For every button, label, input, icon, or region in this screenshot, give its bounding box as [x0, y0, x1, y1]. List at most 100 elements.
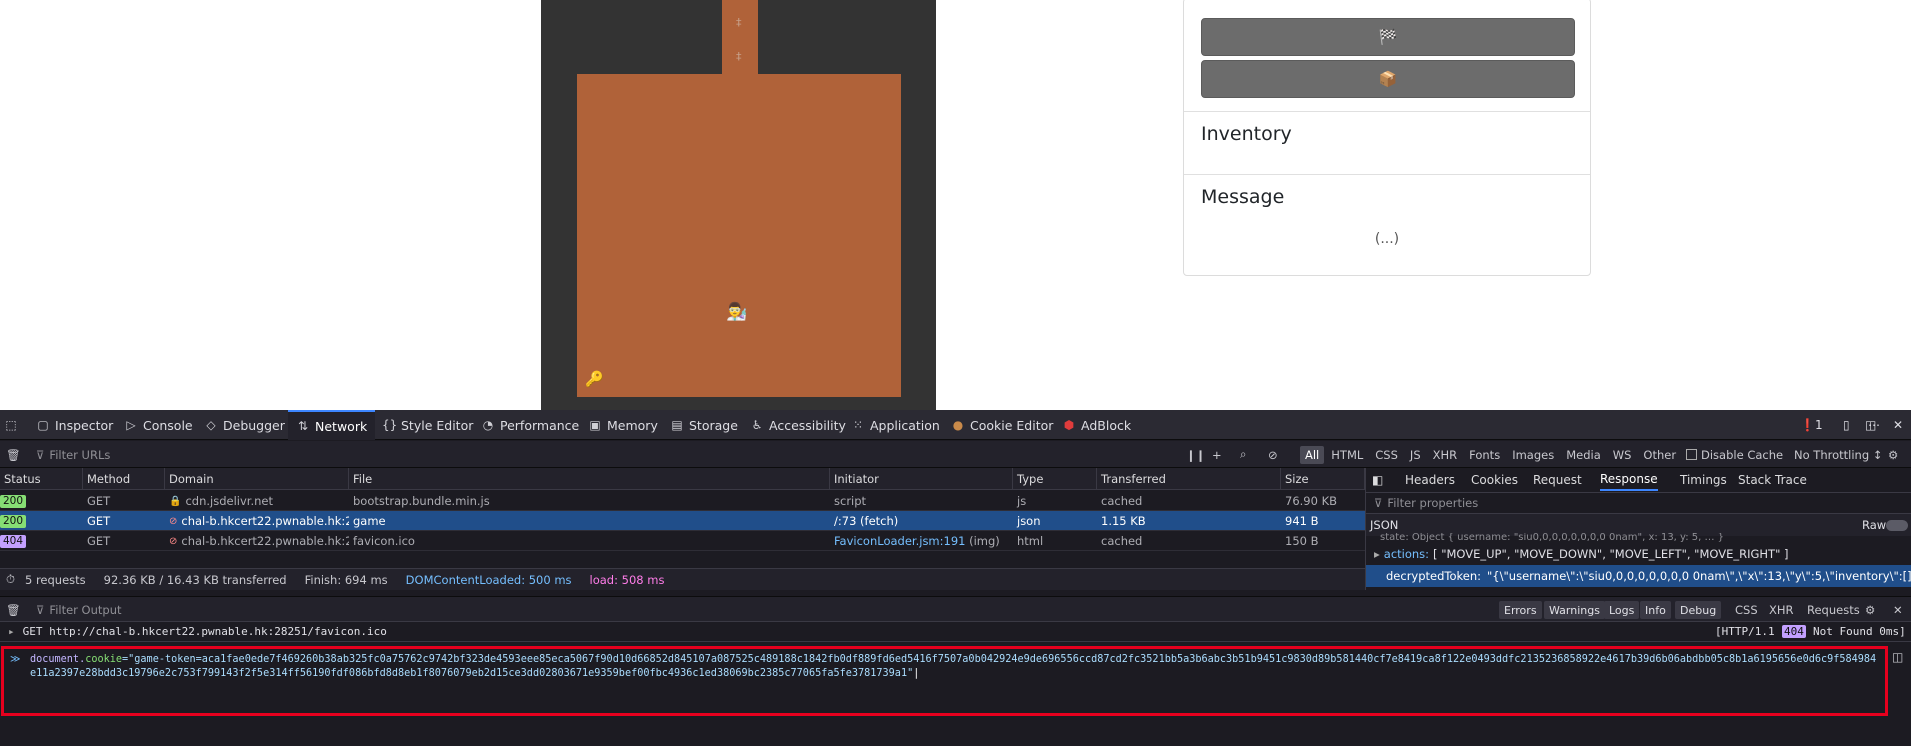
tab-application[interactable]: ⁙ Application — [851, 410, 940, 440]
filter-fonts[interactable]: Fonts — [1464, 446, 1505, 464]
filter-css[interactable]: CSS — [1370, 446, 1403, 464]
disable-cache-checkbox[interactable]: Disable Cache — [1686, 441, 1783, 468]
tab-label: AdBlock — [1081, 417, 1132, 433]
tab-accessibility[interactable]: ♿ Accessibility — [750, 410, 846, 440]
request-table: Status Method Domain File Initiator Type… — [0, 468, 1365, 574]
load-time: load: 508 ms — [589, 572, 665, 587]
level-debug[interactable]: Debug — [1675, 601, 1722, 619]
filter-other[interactable]: Other — [1638, 446, 1681, 464]
column-domain[interactable]: Domain — [165, 468, 349, 490]
level-logs[interactable]: Logs — [1604, 601, 1640, 619]
column-transferred[interactable]: Transferred — [1097, 468, 1281, 490]
block-button[interactable]: ⊘ — [1268, 441, 1278, 468]
tab-console[interactable]: ▷ Console — [124, 410, 192, 440]
raw-toggle-label: Raw — [1862, 518, 1887, 532]
cell-file: bootstrap.bundle.min.js — [353, 494, 490, 508]
cell-size: 941 B — [1285, 514, 1319, 528]
pause-button[interactable]: ❙❙ — [1186, 441, 1205, 468]
json-actions-line[interactable]: ▸ actions: [ "MOVE_UP", "MOVE_DOWN", "MO… — [1366, 543, 1911, 565]
request-count: 5 requests — [24, 572, 86, 587]
element-picker-button[interactable]: ⬚ — [4, 410, 18, 440]
column-type[interactable]: Type — [1013, 468, 1097, 490]
door-marker: ‡ — [736, 50, 742, 63]
console-settings-button[interactable]: ⚙ — [1865, 597, 1875, 623]
tab-stack-trace[interactable]: Stack Trace — [1738, 468, 1807, 491]
level-info[interactable]: Info — [1640, 601, 1671, 619]
braces-icon: {} — [382, 418, 398, 432]
more-options-button[interactable]: ⋯ — [1868, 410, 1880, 440]
clear-console-button[interactable]: 🗑 — [6, 597, 21, 623]
tab-cookie-editor[interactable]: ● Cookie Editor — [951, 410, 1054, 440]
column-method[interactable]: Method — [83, 468, 165, 490]
inspector-icon: ▢ — [37, 418, 49, 432]
database-icon: ▤ — [671, 418, 683, 432]
divider — [1184, 111, 1590, 112]
column-initiator[interactable]: Initiator — [830, 468, 1013, 490]
level-errors[interactable]: Errors — [1499, 601, 1542, 619]
tab-network[interactable]: ⇅ Network — [288, 410, 376, 440]
network-settings-button[interactable]: ⚙ — [1888, 441, 1898, 468]
filter-xhr[interactable]: XHR — [1769, 597, 1794, 623]
expand-arrow-icon: ▸ — [8, 625, 15, 638]
status-badge: 404 — [0, 534, 27, 548]
json-token-line[interactable]: decryptedToken: "{\"username\":\"siu0,0,… — [1366, 565, 1911, 587]
filter-js[interactable]: JS — [1405, 446, 1426, 464]
filter-css[interactable]: CSS — [1735, 597, 1758, 623]
console-input[interactable]: ≫ document.cookie="game-token=aca1fae0ed… — [1, 646, 1888, 716]
tab-headers[interactable]: Headers — [1405, 468, 1455, 491]
editor-mode-button[interactable]: ◫ — [1892, 650, 1903, 664]
search-button[interactable]: ⌕ — [1240, 441, 1246, 468]
filter-output-placeholder: Filter Output — [49, 603, 122, 617]
pickup-button[interactable]: 📦 — [1201, 60, 1575, 98]
cell-transferred: cached — [1101, 494, 1143, 508]
filter-requests[interactable]: Requests — [1807, 597, 1860, 623]
chip-icon: ▣ — [589, 418, 601, 432]
tab-response[interactable]: Response — [1600, 468, 1658, 491]
close-devtools-button[interactable]: ✕ — [1893, 410, 1903, 440]
tab-cookies[interactable]: Cookies — [1471, 468, 1518, 491]
error-count[interactable]: ❗ 1 — [1800, 410, 1823, 440]
table-row[interactable]: 200 GET 🔒 cdn.jsdelivr.net bootstrap.bund… — [0, 491, 1365, 511]
package-icon: 📦 — [1378, 70, 1398, 88]
console-log-entry[interactable]: ▸ GET http://chal-b.hkcert22.pwnable.hk:… — [0, 622, 1911, 642]
toggle-panel-button[interactable]: ◧ — [1372, 468, 1383, 491]
dock-toggle-button[interactable]: ▯ — [1843, 410, 1850, 440]
goal-button[interactable]: 🏁 — [1201, 18, 1575, 56]
tab-storage[interactable]: ▤ Storage — [670, 410, 738, 440]
tab-performance[interactable]: ◔ Performance — [481, 410, 579, 440]
filter-media[interactable]: Media — [1561, 446, 1606, 464]
transferred-total: 92.36 KB / 16.43 KB transferred — [103, 572, 287, 587]
raw-toggle[interactable] — [1886, 519, 1908, 531]
initiator-link[interactable]: FaviconLoader.jsm:191 — [834, 534, 965, 548]
tab-adblock[interactable]: ⬢ AdBlock — [1062, 410, 1131, 440]
filter-html[interactable]: HTML — [1326, 446, 1368, 464]
column-status[interactable]: Status — [0, 468, 83, 490]
filter-xhr[interactable]: XHR — [1428, 446, 1463, 464]
tab-inspector[interactable]: ▢ Inspector — [36, 410, 113, 440]
debugger-icon: ◇ — [206, 418, 216, 432]
column-file[interactable]: File — [349, 468, 830, 490]
clear-requests-button[interactable]: 🗑 — [6, 441, 21, 468]
tab-request[interactable]: Request — [1533, 468, 1582, 491]
filter-urls-input[interactable]: ⊽ Filter URLs — [36, 441, 110, 468]
tab-debugger[interactable]: ◇ Debugger — [204, 410, 285, 440]
filter-all[interactable]: All — [1300, 445, 1325, 464]
table-row-selected[interactable]: 200 GET ⊘ chal-b.hkcert22.pwnable.hk:2...… — [0, 511, 1365, 531]
filter-images[interactable]: Images — [1507, 446, 1559, 464]
throttling-select[interactable]: No Throttling ↕ — [1794, 441, 1882, 468]
tab-style-editor[interactable]: {} Style Editor — [382, 410, 473, 440]
json-value: "{\"username\":\"siu0,0,0,0,0,0,0,0 0nam… — [1487, 569, 1911, 583]
column-size[interactable]: Size — [1281, 468, 1365, 490]
gauge-icon: ◔ — [482, 418, 494, 432]
tab-label: Memory — [607, 417, 658, 433]
table-row[interactable]: 404 GET ⊘ chal-b.hkcert22.pwnable.hk:2...… — [0, 531, 1365, 551]
filter-ws[interactable]: WS — [1608, 446, 1637, 464]
level-warnings[interactable]: Warnings — [1544, 601, 1605, 619]
tab-timings[interactable]: Timings — [1680, 468, 1727, 491]
tab-memory[interactable]: ▣ Memory — [588, 410, 658, 440]
close-split-console-button[interactable]: ✕ — [1893, 597, 1903, 623]
filter-output-input[interactable]: ⊽ Filter Output — [36, 597, 122, 623]
add-button[interactable]: + — [1212, 441, 1222, 468]
cell-size: 76.90 KB — [1285, 494, 1338, 508]
filter-properties-input[interactable]: ⊽ Filter properties — [1366, 492, 1911, 514]
